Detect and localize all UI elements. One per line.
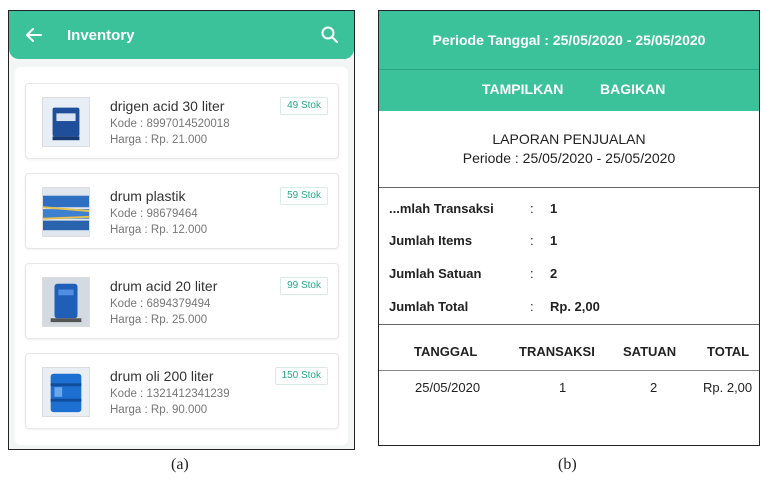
summary-label: ...mlah Transaksi bbox=[389, 201, 494, 216]
product-card[interactable]: drum oli 200 liter Kode : 1321412341239 … bbox=[25, 353, 339, 429]
caption-a: (a) bbox=[171, 456, 189, 473]
product-image bbox=[42, 187, 90, 237]
report-period: Periode : 25/05/2020 - 25/05/2020 bbox=[462, 150, 676, 166]
product-price: Harga : Rp. 25.000 bbox=[110, 314, 208, 326]
stock-badge: 99 Stok bbox=[280, 277, 328, 295]
summary-label: Jumlah Satuan bbox=[389, 266, 482, 281]
share-button[interactable]: BAGIKAN bbox=[600, 81, 665, 97]
stock-badge: 59 Stok bbox=[280, 187, 328, 205]
table-cell: 25/05/2020 bbox=[415, 380, 481, 395]
column-header: TANGGAL bbox=[414, 344, 478, 359]
product-name: drigen acid 30 liter bbox=[110, 98, 225, 114]
summary-colon: : bbox=[530, 266, 534, 281]
app-bar: Inventory bbox=[9, 11, 354, 59]
product-price: Harga : Rp. 90.000 bbox=[110, 404, 208, 416]
summary-colon: : bbox=[530, 201, 534, 216]
summary-value: 1 bbox=[550, 201, 558, 216]
summary-value: 1 bbox=[550, 233, 558, 248]
report-title: LAPORAN PENJUALAN bbox=[492, 131, 646, 147]
product-code: Kode : 1321412341239 bbox=[110, 388, 230, 400]
sales-report-screen: Periode Tanggal : 25/05/2020 - 25/05/202… bbox=[378, 10, 760, 446]
period-selector[interactable]: Periode Tanggal : 25/05/2020 - 25/05/202… bbox=[379, 11, 759, 69]
product-name: drum plastik bbox=[110, 188, 186, 204]
table-cell: Rp. 2,00 bbox=[703, 380, 753, 395]
stock-badge: 49 Stok bbox=[280, 97, 328, 115]
product-name: drum oli 200 liter bbox=[110, 368, 214, 384]
product-price: Harga : Rp. 12.000 bbox=[110, 224, 208, 236]
summary-value: 2 bbox=[550, 266, 558, 281]
product-card[interactable]: drum acid 20 liter Kode : 6894379494 Har… bbox=[25, 263, 339, 339]
product-image bbox=[42, 97, 90, 147]
product-code: Kode : 98679464 bbox=[110, 208, 198, 220]
product-card[interactable]: drigen acid 30 liter Kode : 899701452001… bbox=[25, 83, 339, 159]
product-name: drum acid 20 liter bbox=[110, 278, 218, 294]
table-cell: 1 bbox=[559, 380, 567, 395]
column-header: SATUAN bbox=[623, 344, 677, 359]
product-price: Harga : Rp. 21.000 bbox=[110, 134, 208, 146]
product-code: Kode : 8997014520018 bbox=[110, 118, 230, 130]
table-cell: 2 bbox=[650, 380, 658, 395]
summary-label: Jumlah Items bbox=[389, 233, 473, 248]
summary-label: Jumlah Total bbox=[389, 299, 469, 314]
divider bbox=[379, 187, 759, 188]
product-card[interactable]: drum plastik Kode : 98679464 Harga : Rp.… bbox=[25, 173, 339, 249]
product-list: drigen acid 30 liter Kode : 899701452001… bbox=[15, 67, 348, 445]
caption-b: (b) bbox=[558, 456, 577, 473]
search-icon[interactable] bbox=[320, 25, 340, 45]
summary-colon: : bbox=[530, 233, 534, 248]
stock-badge: 150 Stok bbox=[274, 367, 328, 385]
show-button[interactable]: TAMPILKAN bbox=[482, 81, 563, 97]
action-bar: TAMPILKAN BAGIKAN bbox=[379, 69, 759, 111]
product-code: Kode : 6894379494 bbox=[110, 298, 211, 310]
summary-value: Rp. 2,00 bbox=[550, 299, 600, 314]
page-title: Inventory bbox=[67, 26, 135, 44]
divider bbox=[379, 324, 759, 325]
summary-colon: : bbox=[530, 299, 534, 314]
arrow-left-icon[interactable] bbox=[25, 25, 45, 45]
column-header: TOTAL bbox=[707, 344, 750, 359]
product-image bbox=[42, 367, 90, 417]
column-header: TRANSAKSI bbox=[519, 344, 595, 359]
divider bbox=[379, 370, 759, 371]
inventory-screen: Inventory drigen acid 30 liter Kode : 89… bbox=[8, 10, 355, 450]
product-image bbox=[42, 277, 90, 327]
